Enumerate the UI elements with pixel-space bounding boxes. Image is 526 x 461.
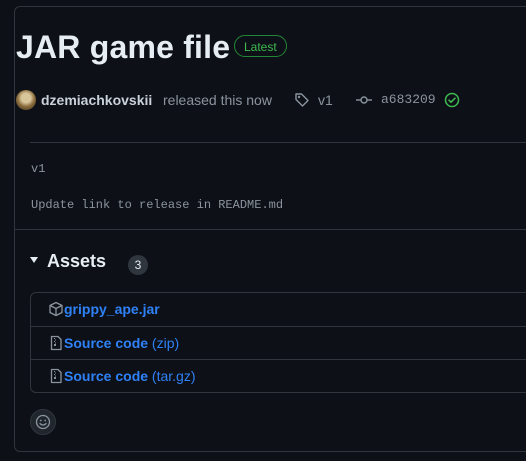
asset-name: grippy_ape.jar xyxy=(64,301,160,317)
tag-link[interactable]: v1 xyxy=(318,92,333,108)
asset-link-jar[interactable]: grippy_ape.jar xyxy=(64,301,160,317)
asset-suffix: (zip) xyxy=(151,335,180,351)
divider xyxy=(15,229,526,230)
asset-row: Source code (tar.gz) xyxy=(31,359,526,393)
release-meta: dzemiachkovskii released this now v1 a68… xyxy=(16,86,526,114)
file-zip-icon xyxy=(50,335,62,351)
smiley-icon xyxy=(35,414,51,430)
release-notes-line: v1 xyxy=(31,162,46,176)
tag-icon xyxy=(295,93,309,107)
divider xyxy=(30,142,526,143)
asset-row: Source code (zip) xyxy=(31,326,526,360)
released-text: released this now xyxy=(163,92,272,108)
file-zip-icon xyxy=(50,368,62,384)
release-notes-line: Update link to release in README.md xyxy=(31,198,284,212)
asset-name: Source code xyxy=(64,335,149,351)
git-commit-icon xyxy=(356,96,372,104)
assets-count-badge: 3 xyxy=(128,255,148,275)
author-link[interactable]: dzemiachkovskii xyxy=(41,92,152,108)
asset-link-source-targz[interactable]: Source code (tar.gz) xyxy=(64,368,196,384)
package-icon xyxy=(49,301,63,317)
add-reaction-button[interactable] xyxy=(30,409,56,435)
avatar[interactable] xyxy=(16,90,36,110)
assets-heading: Assets xyxy=(47,251,107,271)
triangle-down-icon xyxy=(30,257,38,263)
asset-link-source-zip[interactable]: Source code (zip) xyxy=(64,335,179,351)
latest-badge: Latest xyxy=(234,35,287,57)
assets-toggle[interactable]: Assets 3 xyxy=(30,251,190,275)
verified-check-icon[interactable] xyxy=(444,92,460,108)
asset-name: Source code xyxy=(64,368,149,384)
commit-link[interactable]: a683209 xyxy=(381,92,436,107)
release-title[interactable]: JAR game file xyxy=(16,27,230,67)
asset-suffix: (tar.gz) xyxy=(151,368,196,384)
asset-row: grippy_ape.jar xyxy=(31,293,526,326)
assets-list: grippy_ape.jar Source code (zip) Source … xyxy=(30,292,526,393)
